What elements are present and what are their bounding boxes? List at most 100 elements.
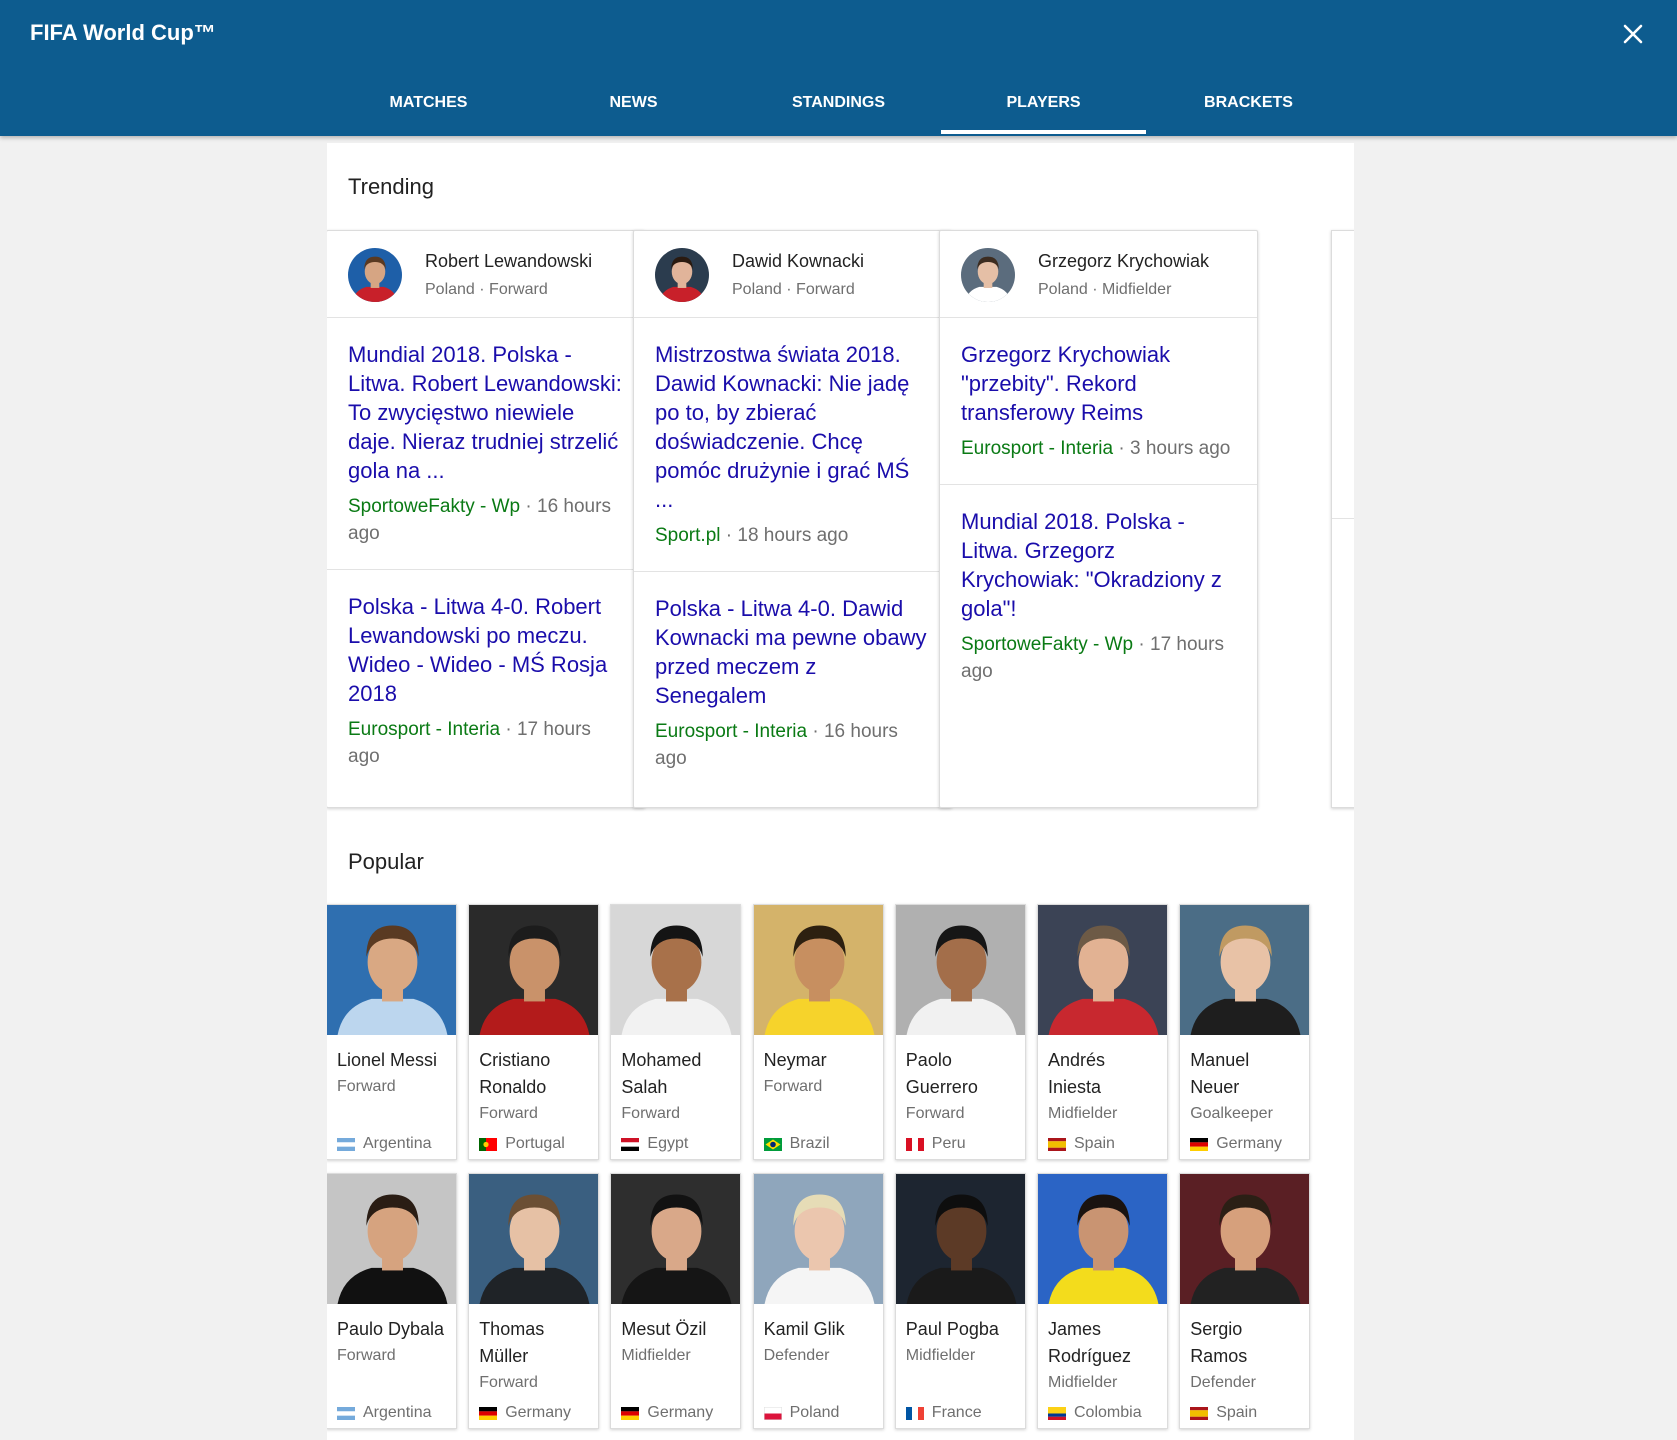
player-photo-frame	[611, 905, 741, 1035]
popular-player-card[interactable]: Lionel Messi Forward Argentina	[327, 904, 457, 1160]
player-name: Thomas Müller	[479, 1319, 545, 1366]
article-meta: SportoweFakty - Wp · 17 hours ago	[961, 631, 1236, 685]
article-meta: Eurosport - Interia · 3 hours ago	[961, 435, 1236, 462]
player-name: James Rodríguez	[1048, 1319, 1132, 1366]
player-info: Kamil Glik Defender Poland	[754, 1304, 883, 1428]
popular-player-card[interactable]: Kamil Glik Defender Poland	[752, 1173, 884, 1429]
app-header: FIFA World Cup™ MATCHES NEWS STANDINGS P…	[0, 0, 1677, 136]
country-name: Germany	[647, 1404, 714, 1421]
trending-player-card: Grzegorz Krychowiak Poland · Midfielder Gr…	[939, 230, 1258, 808]
player-position: Defender	[763, 1347, 830, 1364]
country-name: Argentina	[363, 1404, 432, 1421]
tab-news[interactable]: NEWS	[531, 72, 736, 136]
player-photo-frame	[469, 1174, 599, 1304]
popular-player-card[interactable]: Mesut Özil Midfielder Germany	[610, 1173, 742, 1429]
popular-player-card[interactable]: Paul Pogba Midfielder France	[894, 1173, 1026, 1429]
germany-flag-icon	[1190, 1137, 1209, 1151]
country-name: Germany	[505, 1404, 571, 1421]
player-photo	[611, 905, 741, 1035]
player-position: Forward	[621, 1105, 681, 1122]
article-headline-link[interactable]: Mundial 2018. Polska - Litwa. Grzegorz K…	[961, 507, 1236, 623]
player-photo	[469, 1174, 599, 1304]
popular-player-card[interactable]: Andrés Iniesta Midfielder Spain	[1037, 904, 1168, 1160]
player-photo	[469, 905, 599, 1035]
popular-player-card[interactable]: Thomas Müller Forward Germany	[468, 1173, 600, 1429]
article-meta: SportoweFakty - Wp · 16 hours ago	[348, 493, 623, 547]
country-name: Colombia	[1074, 1404, 1142, 1421]
article-source-link[interactable]: Eurosport - Interia	[348, 719, 500, 740]
close-button[interactable]	[1617, 18, 1649, 50]
country-name: Poland	[789, 1404, 840, 1421]
article-headline-link[interactable]: Polska - Litwa 4-0. Robert Lewandowski p…	[348, 592, 623, 708]
trending-player-card: Dawid Kownacki Poland · Forward Mistrzostw…	[633, 230, 952, 808]
player-name: Cristiano Ronaldo	[479, 1050, 551, 1097]
article-source-link[interactable]: Eurosport - Interia	[655, 721, 807, 742]
close-icon	[1623, 24, 1643, 44]
popular-player-card[interactable]: James Rodríguez Midfielder Colombia	[1037, 1173, 1168, 1429]
player-position: Midfielder	[1048, 1374, 1118, 1391]
tab-matches[interactable]: MATCHES	[326, 72, 531, 136]
popular-player-card[interactable]: Mohamed Salah Forward Egypt	[610, 904, 742, 1160]
player-name: Paul Pogba	[905, 1319, 999, 1339]
player-photo-frame	[327, 905, 456, 1035]
popular-player-card[interactable]: Paolo Guerrero Forward Peru	[894, 904, 1026, 1160]
player-photo-frame	[611, 1174, 741, 1304]
player-position: Midfielder	[905, 1347, 976, 1364]
article-source-link[interactable]: Sport.pl	[655, 525, 720, 546]
player-position: Forward	[337, 1078, 396, 1095]
player-info: Paul Pogba Midfielder France	[896, 1304, 1025, 1428]
tab-players[interactable]: PLAYERS	[941, 72, 1146, 136]
player-name: Mesut Özil	[621, 1319, 707, 1339]
player-photo-frame	[895, 905, 1025, 1035]
tab-standings[interactable]: STANDINGS	[736, 72, 941, 136]
player-country-position: Poland · Forward	[425, 281, 548, 298]
player-info: Mesut Özil Midfielder Germany	[611, 1304, 740, 1428]
player-photo	[655, 248, 709, 302]
next-trending-card-peek[interactable]	[1331, 230, 1354, 808]
article-source-link[interactable]: Eurosport - Interia	[961, 438, 1113, 459]
player-position: Goalkeeper	[1190, 1105, 1273, 1122]
player-avatar	[655, 248, 709, 302]
article-headline-link[interactable]: Grzegorz Krychowiak "przebity". Rekord t…	[961, 340, 1236, 427]
article-source-link[interactable]: SportoweFakty - Wp	[961, 634, 1133, 655]
article-headline-link[interactable]: Mistrzostwa świata 2018. Dawid Kownacki:…	[655, 340, 930, 514]
player-country: Peru	[905, 1135, 966, 1153]
popular-player-card[interactable]: Sergio Ramos Defender Spain	[1179, 1173, 1311, 1429]
popular-player-card[interactable]: Neymar Forward Brazil	[752, 904, 884, 1160]
news-article: Polska - Litwa 4-0. Dawid Kownacki ma pe…	[634, 572, 951, 794]
news-article: Mundial 2018. Polska - Litwa. Robert Lew…	[327, 318, 644, 570]
germany-flag-icon	[621, 1406, 640, 1420]
trending-card-header[interactable]: Dawid Kownacki Poland · Forward	[634, 231, 951, 318]
argentina-flag-icon	[337, 1137, 355, 1151]
player-photo	[327, 1174, 456, 1304]
news-article: Mundial 2018. Polska - Litwa. Grzegorz K…	[940, 485, 1257, 707]
trending-card-header[interactable]: Grzegorz Krychowiak Poland · Midfielder	[940, 231, 1257, 318]
player-name: Mohamed Salah	[621, 1050, 702, 1097]
player-photo	[327, 905, 456, 1035]
country-name: France	[931, 1404, 982, 1421]
player-name: Dawid Kownacki	[732, 251, 865, 271]
player-info: Cristiano Ronaldo Forward Portugal	[469, 1035, 598, 1159]
player-name: Sergio Ramos	[1190, 1319, 1248, 1366]
meta-separator: ·	[1133, 634, 1150, 655]
trending-card-header[interactable]: Robert Lewandowski Poland · Forward	[327, 231, 644, 318]
popular-player-card[interactable]: Manuel Neuer Goalkeeper Germany	[1179, 904, 1311, 1160]
player-info: James Rodríguez Midfielder Colombia	[1038, 1304, 1167, 1428]
article-headline-link[interactable]: Polska - Litwa 4-0. Dawid Kownacki ma pe…	[655, 594, 930, 710]
egypt-flag-icon	[621, 1137, 640, 1151]
spain-flag-icon	[1048, 1137, 1066, 1151]
popular-player-card[interactable]: Paulo Dybala Forward Argentina	[327, 1173, 457, 1429]
player-photo	[1180, 1174, 1310, 1304]
player-name: Paolo Guerrero	[905, 1050, 978, 1097]
player-name: Manuel Neuer	[1190, 1050, 1250, 1097]
article-source-link[interactable]: SportoweFakty - Wp	[348, 496, 520, 517]
article-headline-link[interactable]: Mundial 2018. Polska - Litwa. Robert Lew…	[348, 340, 623, 485]
country-name: Argentina	[363, 1135, 432, 1152]
player-photo-frame	[753, 1174, 883, 1304]
player-photo-frame	[895, 1174, 1025, 1304]
popular-player-card[interactable]: Cristiano Ronaldo Forward Portugal	[468, 904, 600, 1160]
player-photo-frame	[1038, 905, 1167, 1035]
player-info: Sergio Ramos Defender Spain	[1180, 1304, 1309, 1428]
tab-brackets[interactable]: BRACKETS	[1146, 72, 1351, 136]
player-photo-frame	[469, 905, 599, 1035]
